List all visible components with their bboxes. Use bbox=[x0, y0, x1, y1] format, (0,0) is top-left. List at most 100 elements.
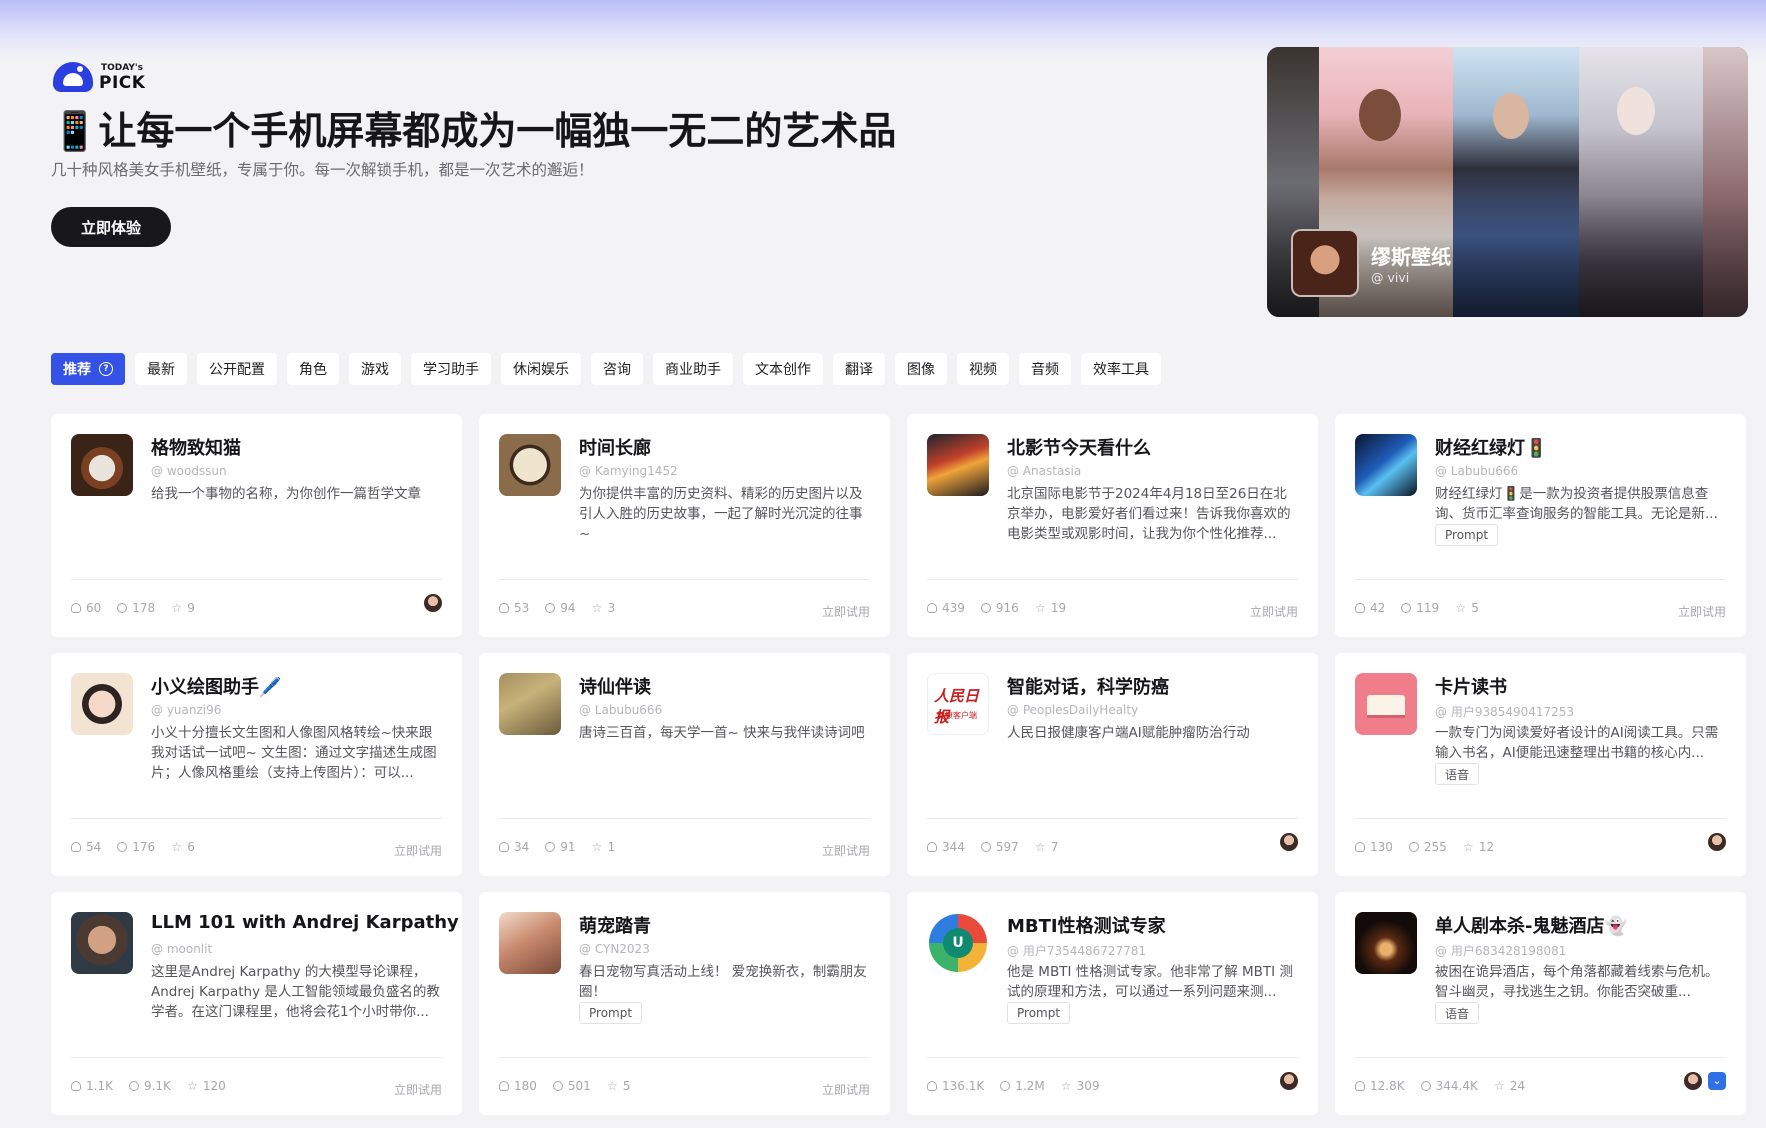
tab-writing[interactable]: 文本创作 bbox=[743, 353, 823, 385]
creator-avatar[interactable] bbox=[424, 594, 442, 612]
poet-icon bbox=[499, 673, 561, 735]
tab-consult[interactable]: 咨询 bbox=[591, 353, 643, 385]
stars-count: 9 bbox=[187, 601, 195, 615]
divider bbox=[499, 818, 870, 819]
tab-recommend[interactable]: 推荐 ? bbox=[51, 353, 125, 385]
try-now-button[interactable]: 立即体验 bbox=[51, 207, 171, 247]
tab-study[interactable]: 学习助手 bbox=[411, 353, 491, 385]
creator-avatar[interactable] bbox=[1708, 833, 1726, 851]
star-icon: ☆ bbox=[171, 839, 183, 854]
try-button[interactable]: 立即试用 bbox=[1678, 603, 1726, 620]
chat-icon bbox=[980, 603, 991, 613]
creator-avatar[interactable] bbox=[1280, 1072, 1298, 1090]
comments-stat: 501 bbox=[552, 1079, 591, 1093]
card-tag: 语音 bbox=[1435, 763, 1480, 785]
chat-icon bbox=[545, 603, 556, 613]
stars-stat: ☆ 24 bbox=[1494, 1079, 1525, 1093]
divider bbox=[499, 1057, 870, 1058]
comments-count: 178 bbox=[132, 601, 156, 615]
bot-card[interactable]: 卡片读书 @ 用户9385490417253 一款专门为阅读爱好者设计的AI阅读… bbox=[1335, 653, 1746, 876]
stars-stat: ☆ 3 bbox=[592, 601, 616, 615]
bot-card[interactable]: 格物致知猫 @ woodssun 给我一个事物的名称，为你创作一篇哲学文章 60… bbox=[51, 414, 462, 637]
tab-audio[interactable]: 音频 bbox=[1019, 353, 1071, 385]
logo[interactable]: TODAY's PICK bbox=[53, 58, 153, 96]
try-button[interactable]: 立即试用 bbox=[822, 842, 870, 859]
comments-stat: 1.2M bbox=[1000, 1079, 1045, 1093]
logo-mark-icon bbox=[53, 62, 93, 92]
chat-icon bbox=[117, 842, 128, 852]
tab-image[interactable]: 图像 bbox=[895, 353, 947, 385]
card-author: @ Kamying1452 bbox=[579, 464, 678, 478]
bot-card[interactable]: LLM 101 with Andrej Karpathy @ moonlit 这… bbox=[51, 892, 462, 1115]
comments-stat: 344.4K bbox=[1420, 1079, 1478, 1093]
card-title: 诗仙伴读 bbox=[579, 677, 651, 698]
user-icon bbox=[1355, 603, 1365, 613]
bot-card[interactable]: 单人剧本杀-鬼魅酒店👻 @ 用户6834281980​81 被困在诡异酒店，每个… bbox=[1335, 892, 1746, 1115]
divider bbox=[1355, 818, 1726, 819]
comments-count: 119 bbox=[1416, 601, 1440, 615]
banner-avatar bbox=[1291, 229, 1359, 297]
bot-card[interactable]: 诗仙伴读 @ Labubu666 唐诗三百首，每天学一首~ 快来与我伴读诗词吧 … bbox=[479, 653, 890, 876]
bot-card[interactable]: 财经红绿灯🚦 @ Labubu666 财经红绿灯🚦是一款为投资者提供股票信息查询… bbox=[1335, 414, 1746, 637]
star-icon: ☆ bbox=[1034, 839, 1046, 854]
tab-role[interactable]: 角色 bbox=[287, 353, 339, 385]
user-icon bbox=[499, 842, 509, 852]
try-button[interactable]: 立即试用 bbox=[394, 842, 442, 859]
users-stat: 54 bbox=[71, 840, 101, 854]
comments-stat: 176 bbox=[117, 840, 155, 854]
tab-public-config[interactable]: 公开配置 bbox=[197, 353, 277, 385]
bot-card[interactable]: 北影节今天看什么 @ Anastasia 北京国际电影节于2024年4月18日至… bbox=[907, 414, 1318, 637]
user-icon bbox=[71, 603, 81, 613]
comments-stat: 916 bbox=[980, 601, 1019, 615]
divider bbox=[71, 1057, 442, 1058]
bot-card[interactable]: 时间长廊 @ Kamying1452 为你提供丰富的历史资料、精彩的历史图片以及… bbox=[479, 414, 890, 637]
bot-card[interactable]: U MBTI性格测试专家 @ 用户7354486727781 他是 MBTI 性… bbox=[907, 892, 1318, 1115]
try-button[interactable]: 立即试用 bbox=[822, 1081, 870, 1098]
tab-productivity[interactable]: 效率工具 bbox=[1081, 353, 1161, 385]
bot-card[interactable]: 萌宠踏青 @ CYN2023 春日宠物写真活动上线！ 爱宠换新衣，制霸朋友圈！ … bbox=[479, 892, 890, 1115]
bot-card[interactable]: 小义绘图助手🖊️ @ yuanzi96 小义十分擅长文生图和人像图风格转绘~快来… bbox=[51, 653, 462, 876]
stars-count: 3 bbox=[607, 601, 616, 615]
chat-icon bbox=[1401, 603, 1412, 613]
card-author: @ yuanzi96 bbox=[151, 703, 222, 717]
tab-latest[interactable]: 最新 bbox=[135, 353, 187, 385]
bot-card[interactable]: 人民日报 健康客户端 智能对话，科学防癌 @ PeoplesDailyHealt… bbox=[907, 653, 1318, 876]
hero-subtitle: 几十种风格美女手机壁纸，专属于你。每一次解锁手机，都是一次艺术的邂逅！ bbox=[51, 161, 594, 179]
comments-count: 344.4K bbox=[1435, 1079, 1478, 1093]
comments-stat: 119 bbox=[1401, 601, 1439, 615]
divider bbox=[1355, 579, 1726, 580]
comments-stat: 91 bbox=[545, 840, 576, 854]
users-count: 130 bbox=[1370, 840, 1393, 854]
card-author: @ 用户7354486727781 bbox=[1007, 944, 1147, 958]
divider bbox=[927, 1057, 1298, 1058]
users-count: 42 bbox=[1370, 601, 1386, 615]
stars-stat: ☆ 5 bbox=[1455, 601, 1479, 615]
try-button[interactable]: 立即试用 bbox=[1250, 603, 1298, 620]
star-icon: ☆ bbox=[606, 1078, 618, 1093]
comments-count: 501 bbox=[567, 1079, 591, 1093]
divider bbox=[71, 818, 442, 819]
tab-video[interactable]: 视频 bbox=[957, 353, 1009, 385]
featured-banner[interactable]: 缪斯壁纸 @ vivi bbox=[1267, 47, 1748, 317]
card-description: 人民日报健康客户端AI赋能肿瘤防治行动 bbox=[1007, 725, 1250, 741]
user-icon bbox=[499, 1081, 509, 1091]
card-stats: 136.1K 1.2M ☆ 309 bbox=[927, 1079, 1100, 1093]
tab-business[interactable]: 商业助手 bbox=[653, 353, 733, 385]
card-stats: 180 501 ☆ 5 bbox=[499, 1079, 630, 1093]
card-title: 时间长廊 bbox=[579, 438, 651, 459]
creator-avatar[interactable] bbox=[1280, 833, 1298, 851]
help-icon[interactable]: ? bbox=[99, 362, 113, 376]
card-author: @ Labubu666 bbox=[579, 703, 663, 717]
tab-translate[interactable]: 翻译 bbox=[833, 353, 885, 385]
try-button[interactable]: 立即试用 bbox=[822, 603, 870, 620]
comments-stat: 255 bbox=[1408, 840, 1447, 854]
try-button[interactable]: 立即试用 bbox=[394, 1081, 442, 1098]
card-author: @ CYN2023 bbox=[579, 942, 650, 956]
tab-game[interactable]: 游戏 bbox=[349, 353, 401, 385]
star-icon: ☆ bbox=[1462, 839, 1474, 854]
tab-leisure[interactable]: 休闲娱乐 bbox=[501, 353, 581, 385]
divider bbox=[71, 579, 442, 580]
creator-avatar[interactable] bbox=[1684, 1072, 1702, 1090]
rmrb-logo-icon: 人民日报 健康客户端 bbox=[927, 673, 989, 735]
comments-count: 916 bbox=[995, 601, 1019, 615]
